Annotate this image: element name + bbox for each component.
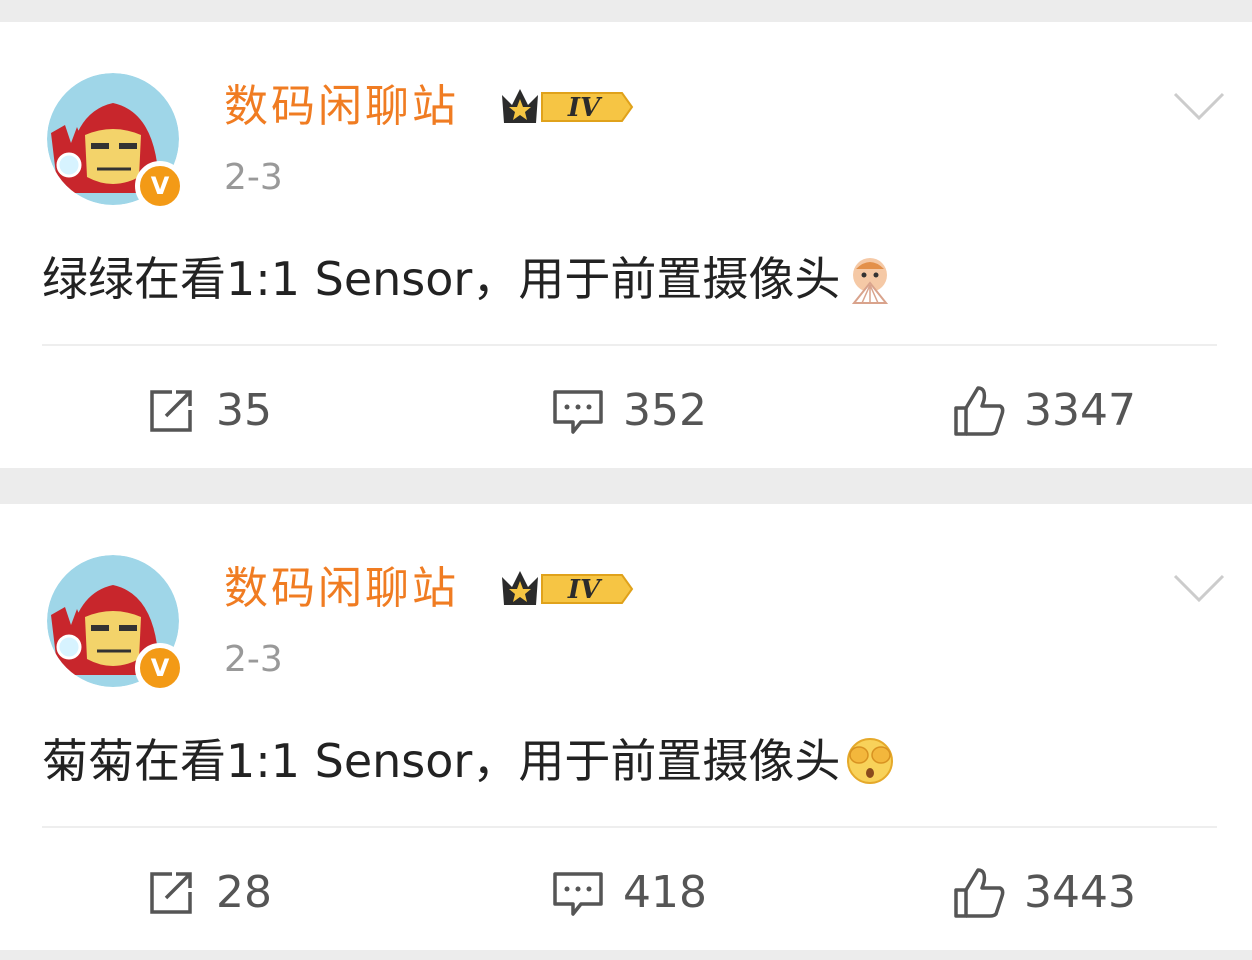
like-icon xyxy=(954,386,1005,436)
repost-count: 35 xyxy=(216,385,272,436)
like-button[interactable]: 3347 xyxy=(952,380,1136,442)
divider xyxy=(42,826,1217,828)
post-card[interactable]: V 数码闲聊站 IV 2-3 绿绿在看1:1 Sensor，用于前置摄像头 35 xyxy=(0,22,1252,468)
post-text: 绿绿在看1:1 Sensor，用于前置摄像头 xyxy=(42,252,841,306)
comment-button[interactable]: 352 xyxy=(551,380,707,442)
like-count: 3443 xyxy=(1024,867,1136,918)
timestamp: 2-3 xyxy=(224,639,283,680)
repost-count: 28 xyxy=(216,867,272,918)
vip-level: IV xyxy=(567,93,603,123)
crown-icon: IV xyxy=(502,571,634,605)
post-text: 菊菊在看1:1 Sensor，用于前置摄像头 xyxy=(42,734,841,788)
verified-icon: V xyxy=(135,161,185,211)
like-button[interactable]: 3443 xyxy=(952,862,1136,924)
divider xyxy=(42,344,1217,346)
post-text-row: 绿绿在看1:1 Sensor，用于前置摄像头 xyxy=(42,248,896,310)
repost-button[interactable]: 28 xyxy=(144,862,272,924)
like-count: 3347 xyxy=(1024,385,1136,436)
vip-level: IV xyxy=(567,575,603,605)
comment-count: 352 xyxy=(623,385,707,436)
avatar[interactable]: V xyxy=(47,73,185,211)
chevron-down-icon[interactable] xyxy=(1172,568,1226,608)
comment-button[interactable]: 418 xyxy=(551,862,707,924)
verified-icon: V xyxy=(135,643,185,693)
timestamp: 2-3 xyxy=(224,157,283,198)
cover-eyes-emoji xyxy=(847,738,894,784)
repost-button[interactable]: 35 xyxy=(144,380,272,442)
post-text-row: 菊菊在看1:1 Sensor，用于前置摄像头 xyxy=(42,730,896,792)
comment-icon xyxy=(553,390,603,434)
repost-icon xyxy=(150,872,192,914)
username[interactable]: 数码闲聊站 xyxy=(224,76,459,138)
fan-face-emoji xyxy=(852,258,889,304)
username[interactable]: 数码闲聊站 xyxy=(224,558,459,620)
comment-icon xyxy=(553,872,603,916)
chevron-down-icon[interactable] xyxy=(1172,86,1226,126)
avatar[interactable]: V xyxy=(47,555,185,693)
like-icon xyxy=(954,868,1005,918)
repost-icon xyxy=(150,390,192,432)
post-card[interactable]: V 数码闲聊站 IV 2-3 菊菊在看1:1 Sensor，用于前置摄像头 28 xyxy=(0,504,1252,950)
comment-count: 418 xyxy=(623,867,707,918)
crown-icon: IV xyxy=(502,89,634,123)
